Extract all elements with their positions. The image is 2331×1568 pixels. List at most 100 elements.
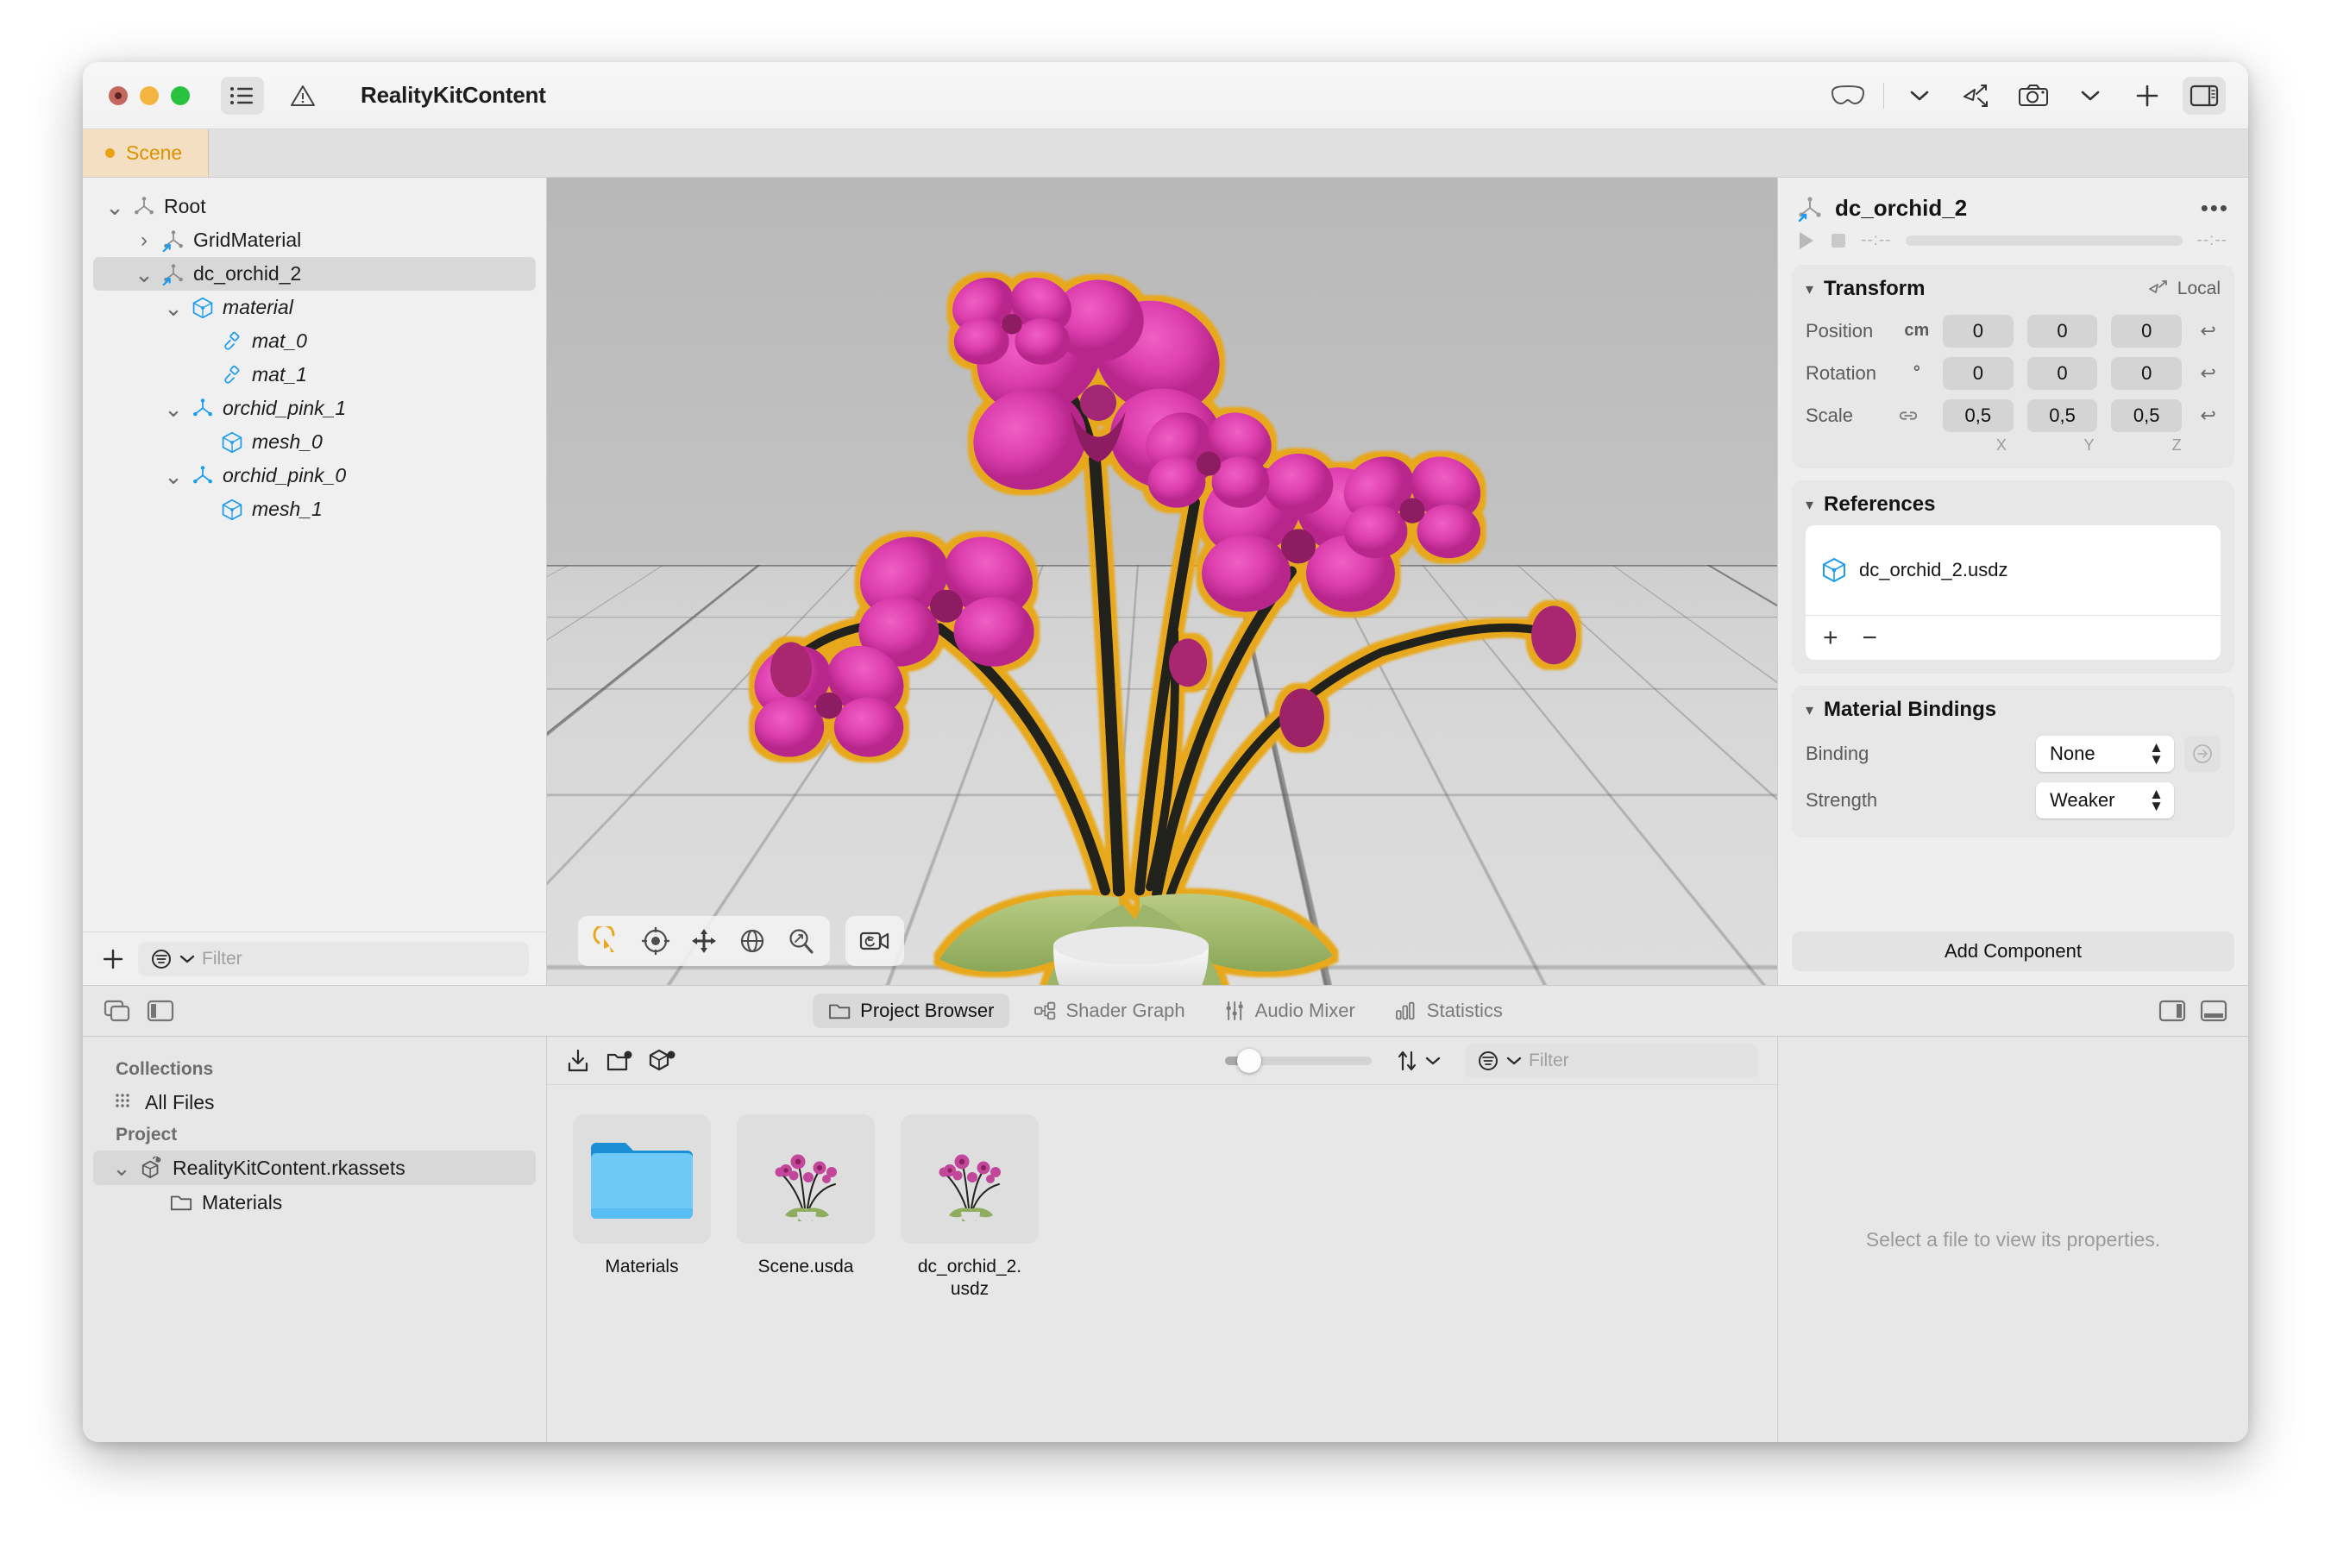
sort-button[interactable] xyxy=(1396,1049,1441,1073)
browser-item-all-files[interactable]: All Files xyxy=(93,1085,536,1120)
thumbnail-size-slider[interactable] xyxy=(1225,1057,1372,1065)
transform-space-label[interactable]: Local xyxy=(2177,279,2221,299)
browser-item-realitykitcontent-rkassets[interactable]: ⌄RealityKitContent.rkassets xyxy=(93,1151,536,1185)
hierarchy-item-mat_1[interactable]: ⌄mat_1 xyxy=(93,358,536,392)
pan-tool-icon[interactable] xyxy=(682,922,726,960)
hierarchy-item-gridmaterial[interactable]: ›GridMaterial xyxy=(93,223,536,257)
camera-icon[interactable] xyxy=(2012,77,2055,115)
material-binding-select-strength[interactable]: Weaker▲▼ xyxy=(2036,782,2174,818)
warning-icon[interactable] xyxy=(281,77,324,115)
chevron-down-icon[interactable]: ⌄ xyxy=(164,405,183,413)
sidebar-list-icon[interactable] xyxy=(221,77,264,115)
transform-reset-icon[interactable]: ↩ xyxy=(2196,405,2221,427)
panels-toggle-icon[interactable] xyxy=(104,1000,131,1022)
material-binding-row-strength: Strength Weaker▲▼ xyxy=(1806,777,2221,824)
timeline-scrubber[interactable] xyxy=(1906,235,2183,246)
transform-field-position-y[interactable]: 0 xyxy=(2027,315,2098,348)
play-icon[interactable] xyxy=(1797,230,1816,251)
transform-field-rotation-z[interactable]: 0 xyxy=(2111,357,2182,390)
remove-reference-button[interactable]: − xyxy=(1863,624,1878,653)
hierarchy-item-label: mesh_0 xyxy=(252,430,323,454)
right-panel-toggle-icon[interactable] xyxy=(2158,1000,2186,1022)
transform-gizmo-icon[interactable] xyxy=(1955,77,1998,115)
chevron-down-icon[interactable]: ⌄ xyxy=(105,203,124,211)
new-asset-icon[interactable] xyxy=(649,1048,676,1074)
rotate-tool-icon[interactable] xyxy=(730,922,775,960)
add-reference-button[interactable]: + xyxy=(1823,624,1838,653)
chevron-down-icon[interactable]: ⌄ xyxy=(164,304,183,312)
hierarchy-item-mesh_1[interactable]: ⌄mesh_1 xyxy=(93,492,536,526)
transform-title: Transform xyxy=(1824,277,1925,301)
tab-scene-label: Scene xyxy=(126,141,182,165)
select-tool-icon[interactable] xyxy=(585,922,630,960)
reference-item[interactable]: dc_orchid_2.usdz xyxy=(1806,525,2221,615)
zoom-tool-icon[interactable] xyxy=(778,922,823,960)
hierarchy-item-orchid_pink_0[interactable]: ⌄ orchid_pink_0 xyxy=(93,459,536,492)
chevron-right-icon[interactable]: › xyxy=(135,229,154,253)
references-title: References xyxy=(1824,492,1935,517)
new-folder-icon[interactable] xyxy=(606,1048,633,1074)
chevron-down-icon[interactable]: ⌄ xyxy=(164,472,183,480)
left-panel-toggle-icon[interactable] xyxy=(147,1000,174,1022)
material-binding-select-binding[interactable]: None▲▼ xyxy=(2036,736,2174,772)
tab-statistics[interactable]: Statistics xyxy=(1379,994,1518,1028)
inspector-more-button[interactable]: ••• xyxy=(2201,195,2229,222)
add-entity-button[interactable] xyxy=(102,948,124,970)
transform-field-position-x[interactable]: 0 xyxy=(1943,315,2014,348)
transform-field-position-z[interactable]: 0 xyxy=(2111,315,2182,348)
material-bindings-disclosure-icon[interactable]: ▾ xyxy=(1806,701,1813,719)
browser-item-materials[interactable]: ⌄Materials xyxy=(93,1185,536,1220)
transform-field-scale-z[interactable]: 0,5 xyxy=(2111,399,2182,432)
transform-field-rotation-y[interactable]: 0 xyxy=(2027,357,2098,390)
transform-field-rotation-x[interactable]: 0 xyxy=(1943,357,2014,390)
hierarchy-item-dc_orchid_2[interactable]: ⌄dc_orchid_2 xyxy=(93,257,536,291)
file-name: Scene.usda xyxy=(758,1256,854,1278)
file-item[interactable]: dc_orchid_2. usdz xyxy=(901,1114,1039,1301)
hierarchy-item-mat_0[interactable]: ⌄mat_0 xyxy=(93,324,536,358)
transform-field-scale-x[interactable]: 0,5 xyxy=(1943,399,2014,432)
close-button[interactable] xyxy=(109,86,128,105)
references-disclosure-icon[interactable]: ▾ xyxy=(1806,496,1813,514)
import-icon[interactable] xyxy=(566,1048,590,1074)
hierarchy-item-label: orchid_pink_0 xyxy=(223,464,346,487)
reset-camera-icon[interactable] xyxy=(845,916,904,966)
hierarchy-filter-input[interactable]: Filter xyxy=(138,942,529,976)
orbit-tool-icon[interactable] xyxy=(633,922,678,960)
tab-shader-graph[interactable]: Shader Graph xyxy=(1018,994,1200,1028)
transform-disclosure-icon[interactable]: ▾ xyxy=(1806,280,1813,298)
references-section: ▾ References dc_orchid_2.usdz + xyxy=(1792,480,2234,674)
transform-row-rotation: Rotation°000↩ xyxy=(1806,352,2221,394)
material-binding-label: Strength xyxy=(1806,789,1935,812)
inspector-toggle-icon[interactable] xyxy=(2183,77,2226,115)
file-item[interactable]: Materials xyxy=(573,1114,711,1301)
tab-project-browser[interactable]: Project Browser xyxy=(813,994,1009,1028)
chevron-down-icon[interactable] xyxy=(1898,77,1941,115)
bottom-panel-toggle-icon[interactable] xyxy=(2200,1000,2227,1022)
chevron-down-icon[interactable]: ⌄ xyxy=(135,270,154,279)
file-name: dc_orchid_2. usdz xyxy=(901,1256,1039,1301)
tab-scene[interactable]: Scene xyxy=(83,129,209,177)
zoom-button[interactable] xyxy=(171,86,190,105)
stop-icon[interactable] xyxy=(1830,232,1847,249)
camera-chevron-down-icon[interactable] xyxy=(2069,77,2112,115)
hierarchy-item-orchid_pink_1[interactable]: ⌄orchid_pink_1 xyxy=(93,392,536,425)
hierarchy-item-root[interactable]: ⌄Root xyxy=(93,190,536,223)
transform-field-scale-y[interactable]: 0,5 xyxy=(2027,399,2098,432)
file-item[interactable]: Scene.usda xyxy=(737,1114,875,1301)
tab-label: Audio Mixer xyxy=(1255,1000,1355,1022)
transform-reset-icon[interactable]: ↩ xyxy=(2196,362,2221,385)
transform-reset-icon[interactable]: ↩ xyxy=(2196,320,2221,342)
chevron-down-icon[interactable]: ⌄ xyxy=(112,1163,131,1172)
tab-audio-mixer[interactable]: Audio Mixer xyxy=(1209,994,1371,1028)
add-component-button[interactable]: Add Component xyxy=(1792,931,2234,971)
vision-pro-icon[interactable] xyxy=(1826,77,1869,115)
hierarchy-item-mesh_0[interactable]: ⌄mesh_0 xyxy=(93,425,536,459)
browser-filter-input[interactable]: Filter xyxy=(1465,1044,1758,1078)
minimize-button[interactable] xyxy=(140,86,159,105)
hierarchy-item-material[interactable]: ⌄material xyxy=(93,291,536,324)
3d-viewport[interactable] xyxy=(547,178,1777,985)
orchid-model[interactable] xyxy=(601,200,1723,985)
browser-item-label: All Files xyxy=(145,1091,215,1114)
plus-icon[interactable] xyxy=(2126,77,2169,115)
goto-binding-button[interactable] xyxy=(2184,736,2221,772)
